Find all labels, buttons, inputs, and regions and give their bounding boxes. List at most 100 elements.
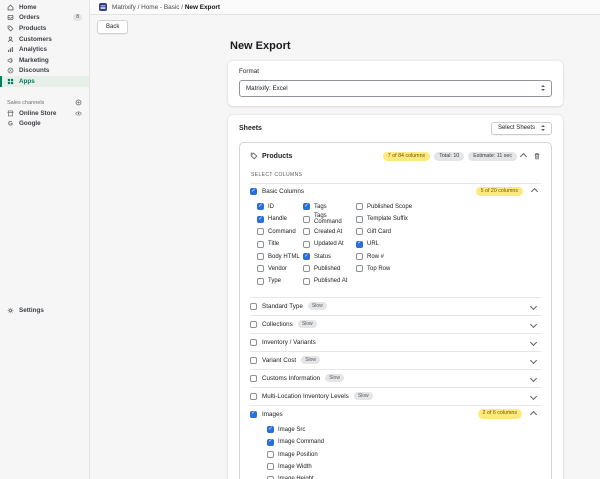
checkbox[interactable] xyxy=(303,241,310,248)
checkbox[interactable] xyxy=(257,216,264,223)
column-checkbox-item[interactable]: Gift Card xyxy=(356,226,438,238)
checkbox[interactable] xyxy=(267,463,274,470)
main-content: New Export Format Matrixify: Excel Sheet… xyxy=(228,40,563,479)
column-checkbox-item[interactable]: Status xyxy=(303,250,356,262)
column-checkbox-item[interactable]: Image Src xyxy=(267,424,541,436)
chevron-up-icon[interactable] xyxy=(531,188,538,195)
column-checkbox-item[interactable]: Command xyxy=(257,226,303,238)
checkbox[interactable] xyxy=(257,278,264,285)
section-standard-type[interactable]: Standard Type Slow xyxy=(250,297,541,315)
checkbox[interactable] xyxy=(250,321,257,328)
column-checkbox-item[interactable]: Tags Command xyxy=(303,213,356,225)
section-multi-location-inventory-levels[interactable]: Multi-Location Inventory Levels Slow xyxy=(250,387,541,405)
checkbox[interactable] xyxy=(356,241,363,248)
checkbox[interactable] xyxy=(303,265,310,272)
chevron-down-icon[interactable] xyxy=(530,374,537,381)
column-checkbox-item[interactable]: Published xyxy=(303,263,356,275)
column-checkbox-item[interactable]: Image Height xyxy=(267,473,541,479)
column-checkbox-item[interactable]: Top Row xyxy=(356,263,438,275)
section-customs-information[interactable]: Customs Information Slow xyxy=(250,369,541,387)
sidebar-item-discounts[interactable]: Discounts xyxy=(0,66,89,77)
checkbox[interactable] xyxy=(356,253,363,260)
checkbox[interactable] xyxy=(303,278,310,285)
checkbox[interactable] xyxy=(250,339,257,346)
back-button[interactable]: Back xyxy=(97,20,128,34)
checkbox[interactable] xyxy=(250,375,257,382)
sidebar-item-products[interactable]: Products xyxy=(0,23,89,34)
section-variant-cost[interactable]: Variant Cost Slow xyxy=(250,351,541,369)
chevron-down-icon[interactable] xyxy=(530,356,537,363)
column-checkbox-item[interactable]: Title xyxy=(257,238,303,250)
checkbox[interactable] xyxy=(267,439,274,446)
breadcrumb[interactable]: Matrixify / Home - Basic / New Export xyxy=(112,4,220,11)
column-checkbox-item[interactable]: Row # xyxy=(356,250,438,262)
sidebar-item-customers[interactable]: Customers xyxy=(0,34,89,45)
column-checkbox-item[interactable]: ID xyxy=(257,201,303,213)
section-images[interactable]: Images 2 of 6 columns xyxy=(250,405,541,423)
column-checkbox-item[interactable]: Body HTML xyxy=(257,250,303,262)
chevron-down-icon[interactable] xyxy=(530,320,537,327)
checkbox[interactable] xyxy=(267,451,274,458)
section-basic-columns[interactable]: Basic Columns 5 of 20 columns xyxy=(250,184,541,200)
checkbox[interactable] xyxy=(257,241,264,248)
column-checkbox-item[interactable]: Image Position xyxy=(267,448,541,460)
checkbox[interactable] xyxy=(303,228,310,235)
checkbox[interactable] xyxy=(257,253,264,260)
chevron-down-icon[interactable] xyxy=(530,302,537,309)
checkbox[interactable] xyxy=(356,216,363,223)
sidebar-item-label: Analytics xyxy=(19,46,47,53)
chevron-up-icon[interactable] xyxy=(520,153,527,160)
chevron-down-icon[interactable] xyxy=(530,338,537,345)
section-collections[interactable]: Collections Slow xyxy=(250,315,541,333)
checkbox[interactable] xyxy=(303,253,310,260)
column-checkbox-item[interactable]: Handle xyxy=(257,213,303,225)
select-sheets-button[interactable]: Select Sheets xyxy=(491,122,552,135)
column-checkbox-item[interactable]: URL xyxy=(356,238,438,250)
column-checkbox-item[interactable]: Image Command xyxy=(267,436,541,448)
column-checkbox-item[interactable]: Created At xyxy=(303,226,356,238)
sidebar-item-label: Google xyxy=(19,120,41,127)
column-checkbox-item[interactable]: Template Suffix xyxy=(356,213,438,225)
checkbox[interactable] xyxy=(257,203,264,210)
sidebar-item-apps[interactable]: Apps xyxy=(0,76,89,87)
checkbox[interactable] xyxy=(356,203,363,210)
checkbox[interactable] xyxy=(257,228,264,235)
sidebar-item-online-store[interactable]: Online Store xyxy=(0,108,89,119)
images-columns-list: Image Src Image Command Image Position I… xyxy=(250,423,541,479)
sidebar-item-analytics[interactable]: Analytics xyxy=(0,44,89,55)
topbar: Matrixify / Home - Basic / New Export xyxy=(90,0,600,15)
column-checkbox-item[interactable]: Type xyxy=(257,275,303,287)
sidebar-item-google[interactable]: G Google xyxy=(0,118,89,129)
checkbox[interactable] xyxy=(303,216,310,223)
sidebar-item-settings[interactable]: Settings xyxy=(0,305,103,316)
column-checkbox-item[interactable]: Published Scope xyxy=(356,201,438,213)
add-channel-icon[interactable] xyxy=(75,99,82,106)
sidebar-item-home[interactable]: Home xyxy=(0,2,89,13)
eye-icon[interactable] xyxy=(75,110,82,117)
checkbox[interactable] xyxy=(356,265,363,272)
checkbox[interactable] xyxy=(250,303,257,310)
column-checkbox-item[interactable]: Published At xyxy=(303,275,356,287)
checkbox[interactable] xyxy=(303,203,310,210)
column-checkbox-item[interactable]: Vendor xyxy=(257,263,303,275)
section-inventory-variants[interactable]: Inventory / Variants xyxy=(250,333,541,351)
chevron-down-icon[interactable] xyxy=(530,392,537,399)
delete-sheet-button[interactable] xyxy=(533,152,541,160)
breadcrumb-current: New Export xyxy=(185,4,220,11)
products-sheet-card: Products 7 of 84 columns Total: 10 Estim… xyxy=(239,142,552,479)
sidebar-item-marketing[interactable]: Marketing xyxy=(0,55,89,66)
column-checkbox-item[interactable]: Updated At xyxy=(303,238,356,250)
checkbox[interactable] xyxy=(250,393,257,400)
column-checkbox-item[interactable]: Tags xyxy=(303,201,356,213)
column-checkbox-item[interactable]: Image Width xyxy=(267,461,541,473)
format-select[interactable]: Matrixify: Excel xyxy=(239,80,552,97)
checkbox[interactable] xyxy=(250,357,257,364)
checkbox[interactable] xyxy=(267,426,274,433)
home-icon xyxy=(7,4,14,11)
sidebar-item-orders[interactable]: Orders 8 xyxy=(0,13,89,24)
chevron-up-icon[interactable] xyxy=(530,410,537,417)
checkbox[interactable] xyxy=(250,188,257,195)
checkbox[interactable] xyxy=(356,228,363,235)
checkbox[interactable] xyxy=(250,411,257,418)
checkbox[interactable] xyxy=(257,265,264,272)
